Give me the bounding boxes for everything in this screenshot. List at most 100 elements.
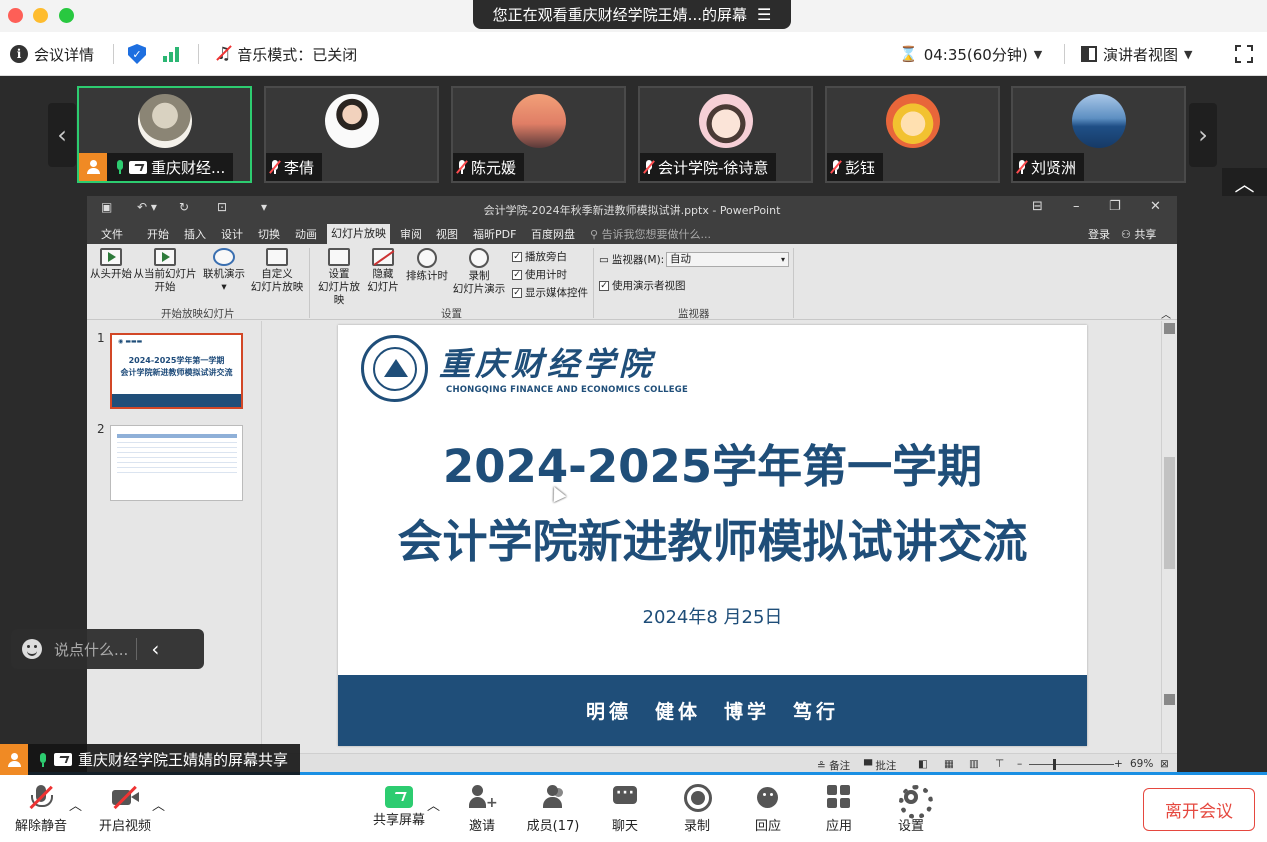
view-mode-button[interactable]: 演讲者视图 ▼	[1081, 32, 1192, 76]
meeting-details-button[interactable]: i 会议详情	[10, 32, 94, 76]
invite-button[interactable]: + 邀请	[462, 783, 502, 834]
react-button[interactable]: 回应	[748, 783, 788, 834]
participant-tile[interactable]: 重庆财经...	[77, 86, 252, 183]
setup-slideshow-button[interactable]: 设置 幻灯片放映	[313, 248, 365, 307]
presenter-view-checkbox[interactable]: ✓ 使用演示者视图	[599, 278, 686, 293]
close-icon[interactable]: ✕	[1150, 199, 1161, 214]
tab-baidu-netdisk[interactable]: 百度网盘	[527, 225, 579, 243]
members-button[interactable]: 成员(17)	[525, 783, 581, 834]
tab-review[interactable]: 审阅	[396, 225, 426, 243]
zoom-out-icon[interactable]: –	[1017, 758, 1022, 770]
vertical-scrollbar[interactable]	[1161, 321, 1177, 753]
slideshow-view-icon[interactable]: ⊤	[995, 758, 1004, 770]
record-button[interactable]: 录制	[677, 783, 717, 834]
from-beginning-button[interactable]: 从头开始	[89, 248, 133, 281]
strip-next-button[interactable]: ›	[1189, 103, 1217, 167]
thumb-band	[112, 394, 241, 407]
participant-tile[interactable]: 彭钰	[825, 86, 1000, 183]
participant-tile[interactable]: 陈元媛	[451, 86, 626, 183]
scroll-down-icon[interactable]	[1164, 694, 1175, 705]
network-status[interactable]	[163, 32, 179, 76]
tab-transitions[interactable]: 切换	[254, 225, 284, 243]
restore-icon[interactable]: ❐	[1109, 199, 1121, 214]
strip-prev-button[interactable]: ‹	[48, 103, 76, 167]
chevron-left-icon[interactable]: ‹	[151, 637, 159, 661]
share-screen-button[interactable]: 共享屏幕	[369, 783, 429, 828]
monitor-label: 监视器(M):	[611, 254, 665, 266]
participant-tile[interactable]: 会计学院-徐诗意	[638, 86, 813, 183]
monitor-select[interactable]: 自动 ▾	[666, 252, 789, 267]
current-slide[interactable]: 重庆财经学院 CHONGQING FINANCE AND ECONOMICS C…	[338, 325, 1087, 746]
custom-slideshow-button[interactable]: 自定义 幻灯片放映	[247, 248, 307, 294]
menu-icon[interactable]: ☰	[757, 5, 771, 24]
chat-placeholder[interactable]: 说点什么...	[54, 639, 128, 660]
unmute-button[interactable]: 解除静音	[10, 783, 72, 834]
zoom-slider[interactable]	[1029, 764, 1114, 765]
minimize-window-button[interactable]	[33, 8, 48, 23]
zoom-slider-handle[interactable]	[1053, 759, 1056, 770]
tab-file[interactable]: 文件	[97, 225, 127, 243]
avatar	[512, 94, 566, 148]
hide-slide-button[interactable]: 隐藏 幻灯片	[366, 248, 400, 294]
show-media-controls-checkbox[interactable]: ✓ 显示媒体控件	[512, 285, 588, 300]
rehearse-timings-button[interactable]: 排练计时	[404, 248, 450, 283]
audio-options-chevron-up-icon[interactable]: ︿	[69, 795, 82, 814]
use-timings-checkbox[interactable]: ✓ 使用计时	[512, 267, 567, 282]
close-window-button[interactable]	[8, 8, 23, 23]
tab-home[interactable]: 开始	[143, 225, 173, 243]
meeting-timer[interactable]: ⌛ 04:35(60分钟) ▼	[899, 32, 1042, 76]
collapse-ribbon-icon[interactable]: ︿	[1161, 306, 1171, 321]
slide-thumbnail[interactable]: ◉ ▬▬▬ 2024-2025学年第一学期 会计学院新进教师模拟试讲交流	[110, 333, 243, 409]
share-options-chevron-up-icon[interactable]: ︿	[427, 795, 440, 814]
music-mode-button[interactable]: ♫ 音乐模式：已关闭	[216, 32, 357, 76]
slide-thumbnail[interactable]	[110, 425, 243, 501]
tab-slideshow[interactable]: 幻灯片放映	[327, 224, 390, 244]
normal-view-icon[interactable]: ◧	[918, 758, 928, 770]
notes-button[interactable]: ≗ 备注	[817, 758, 850, 773]
tell-me-search[interactable]: ⚲ 告诉我您想要做什么...	[590, 226, 711, 242]
scrollbar-thumb[interactable]	[1164, 457, 1175, 569]
thumb-number: 2	[97, 422, 105, 436]
chevron-down-icon[interactable]: ▼	[1184, 48, 1192, 61]
play-narration-checkbox[interactable]: ✓ 播放旁白	[512, 249, 567, 264]
tab-view[interactable]: 视图	[432, 225, 462, 243]
scroll-up-icon[interactable]	[1164, 323, 1175, 334]
participant-tile[interactable]: 李倩	[264, 86, 439, 183]
chat-button[interactable]: 聊天	[605, 783, 645, 834]
chat-quick-input[interactable]: 说点什么... ‹	[11, 629, 204, 669]
share-banner[interactable]: 您正在观看重庆财经学院王婧...的屏幕 ☰	[473, 0, 791, 29]
comments-button[interactable]: ▀ 批注	[864, 758, 896, 773]
zoom-window-button[interactable]	[59, 8, 74, 23]
chevron-down-icon[interactable]: ▼	[1034, 48, 1042, 61]
checkbox-checked-icon: ✓	[512, 251, 522, 262]
apps-button[interactable]: 应用	[819, 783, 859, 834]
video-options-chevron-up-icon[interactable]: ︿	[152, 795, 165, 814]
meeting-details-label: 会议详情	[34, 45, 95, 64]
chevron-up-icon: ︿	[1234, 171, 1255, 196]
leave-meeting-button[interactable]: 离开会议	[1143, 788, 1255, 831]
tab-design[interactable]: 设计	[217, 225, 247, 243]
reading-view-icon[interactable]: ▥	[969, 758, 979, 770]
login-link[interactable]: 登录	[1088, 226, 1110, 242]
participant-name: 彭钰	[845, 158, 876, 177]
security-button[interactable]: ✓	[128, 32, 146, 76]
tab-foxit-pdf[interactable]: 福昕PDF	[469, 225, 520, 243]
slide-sorter-icon[interactable]: ▦	[944, 758, 954, 770]
settings-button[interactable]: 设置	[891, 783, 933, 834]
tab-animations[interactable]: 动画	[291, 225, 321, 243]
from-current-button[interactable]: 从当前幻灯片 开始	[132, 248, 198, 294]
emoji-icon[interactable]	[22, 639, 42, 659]
share-link[interactable]: ⚇ 共享	[1121, 226, 1156, 242]
online-present-button[interactable]: 联机演示 ▾	[201, 248, 247, 294]
ribbon-display-icon[interactable]: ⊟	[1032, 199, 1043, 214]
zoom-level[interactable]: 69%	[1130, 758, 1153, 770]
collapse-strip-button[interactable]: ︿	[1222, 168, 1267, 196]
fit-slide-icon[interactable]: ⊠	[1160, 758, 1169, 770]
start-video-button[interactable]: 开启视频	[94, 783, 156, 834]
zoom-in-icon[interactable]: +	[1114, 758, 1123, 770]
tab-insert[interactable]: 插入	[180, 225, 210, 243]
minimize-icon[interactable]: –	[1073, 199, 1080, 214]
fullscreen-button[interactable]	[1235, 32, 1253, 76]
participant-tile[interactable]: 刘贤洲	[1011, 86, 1186, 183]
record-slideshow-button[interactable]: 录制 幻灯片演示	[448, 248, 510, 296]
